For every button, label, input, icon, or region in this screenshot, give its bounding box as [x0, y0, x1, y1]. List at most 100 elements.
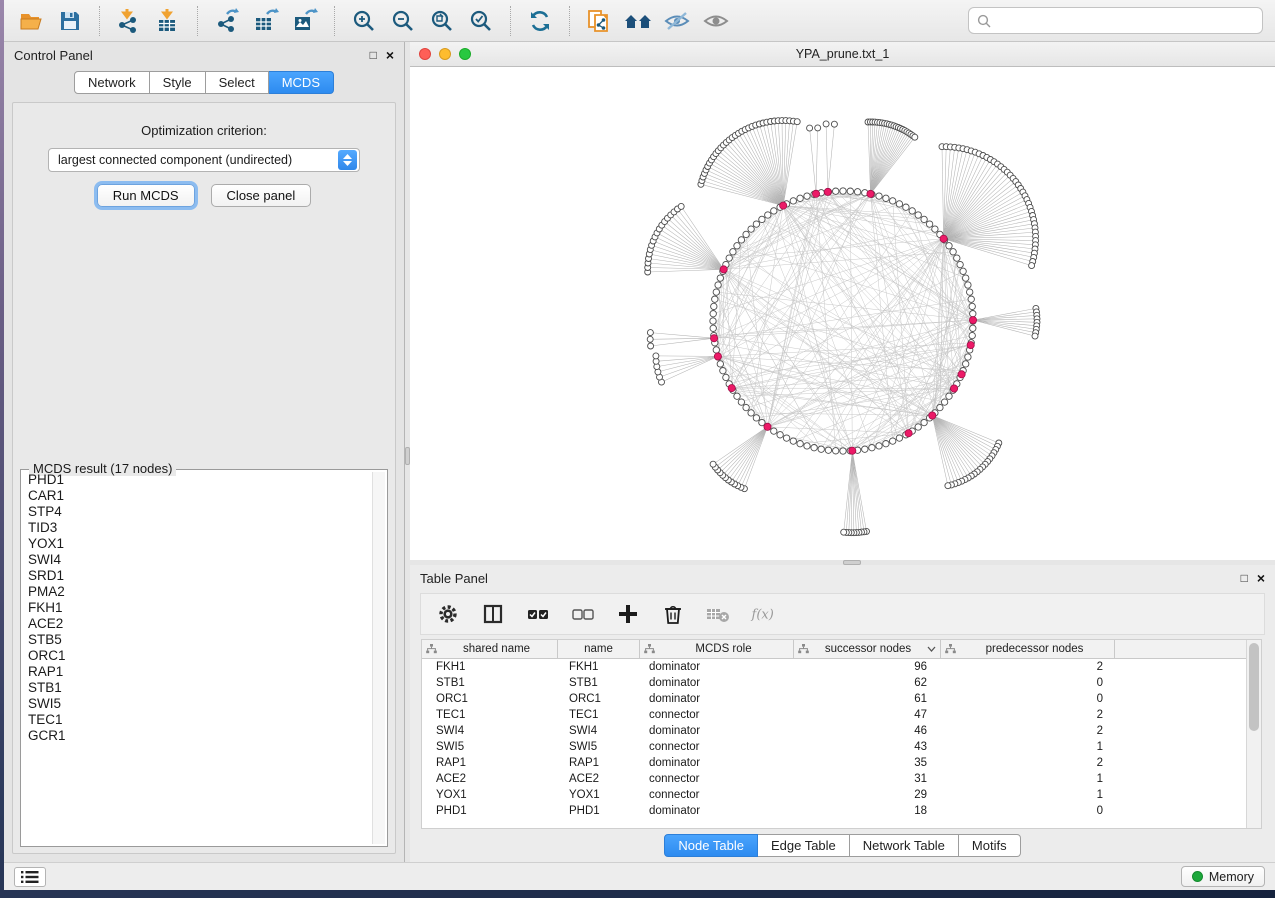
zoom-fit-icon[interactable] — [427, 6, 457, 36]
table-cell[interactable]: SWI5 — [558, 739, 640, 755]
optimization-criterion-select[interactable]: largest connected component (undirected) — [48, 148, 360, 172]
vertical-splitter[interactable] — [405, 42, 410, 862]
table-cell[interactable]: dominator — [640, 659, 794, 675]
mcds-result-item[interactable]: SWI4 — [23, 552, 371, 568]
mcds-result-item[interactable]: CAR1 — [23, 488, 371, 504]
table-cell[interactable]: YOX1 — [422, 787, 558, 803]
close-panel-button[interactable]: Close panel — [211, 184, 312, 207]
table-cell[interactable]: STB1 — [558, 675, 640, 691]
table-cell[interactable]: RAP1 — [422, 755, 558, 771]
table-cell[interactable]: ORC1 — [422, 691, 558, 707]
float-panel-icon[interactable]: □ — [370, 49, 377, 61]
table-cell[interactable]: 2 — [941, 755, 1115, 771]
table-cell[interactable]: 47 — [794, 707, 941, 723]
save-session-icon[interactable] — [55, 6, 85, 36]
table-cell[interactable]: SWI4 — [422, 723, 558, 739]
memory-button[interactable]: Memory — [1181, 866, 1265, 887]
mcds-result-item[interactable]: SRD1 — [23, 568, 371, 584]
table-cell[interactable]: 0 — [941, 691, 1115, 707]
export-image-icon[interactable] — [290, 6, 320, 36]
table-cell[interactable]: TEC1 — [422, 707, 558, 723]
table-cell[interactable]: dominator — [640, 723, 794, 739]
function-builder-icon[interactable]: f(x) — [750, 601, 776, 627]
table-row[interactable]: PHD1PHD1dominator180 — [422, 803, 1261, 819]
table-row[interactable]: ACE2ACE2connector311 — [422, 771, 1261, 787]
delete-column-icon[interactable] — [660, 601, 686, 627]
tab-network[interactable]: Network — [74, 71, 150, 94]
table-cell[interactable]: 0 — [941, 803, 1115, 819]
tab-select[interactable]: Select — [206, 71, 269, 94]
search-input[interactable] — [997, 14, 1254, 28]
deselect-all-icon[interactable] — [570, 601, 596, 627]
select-all-icon[interactable] — [525, 601, 551, 627]
splitter-grip[interactable] — [405, 447, 410, 465]
table-row[interactable]: FKH1FKH1dominator962 — [422, 659, 1261, 675]
zoom-in-icon[interactable] — [349, 6, 379, 36]
table-cell[interactable]: SWI4 — [558, 723, 640, 739]
table-cell[interactable]: PHD1 — [422, 803, 558, 819]
table-cell[interactable]: RAP1 — [558, 755, 640, 771]
table-cell[interactable]: ACE2 — [422, 771, 558, 787]
add-column-icon[interactable] — [615, 601, 641, 627]
table-row[interactable]: YOX1YOX1connector291 — [422, 787, 1261, 803]
table-cell[interactable]: ORC1 — [558, 691, 640, 707]
close-panel-icon[interactable]: × — [1257, 571, 1265, 585]
table-cell[interactable]: connector — [640, 739, 794, 755]
mcds-result-item[interactable]: STP4 — [23, 504, 371, 520]
column-header-shared-name[interactable]: shared name — [422, 640, 558, 658]
table-scrollbar[interactable] — [1246, 640, 1261, 828]
table-cell[interactable]: 1 — [941, 787, 1115, 803]
table-row[interactable]: TEC1TEC1connector472 — [422, 707, 1261, 723]
delete-table-icon[interactable] — [705, 601, 731, 627]
task-history-button[interactable] — [14, 867, 46, 887]
table-cell[interactable]: 96 — [794, 659, 941, 675]
table-cell[interactable]: ACE2 — [558, 771, 640, 787]
table-cell[interactable]: dominator — [640, 691, 794, 707]
splitter-grip[interactable] — [843, 560, 861, 565]
network-canvas-svg[interactable] — [410, 67, 1275, 560]
table-cell[interactable]: 1 — [941, 739, 1115, 755]
mcds-result-item[interactable]: FKH1 — [23, 600, 371, 616]
table-cell[interactable]: 61 — [794, 691, 941, 707]
table-row[interactable]: ORC1ORC1dominator610 — [422, 691, 1261, 707]
mcds-result-item[interactable]: STB1 — [23, 680, 371, 696]
search-box[interactable] — [968, 7, 1263, 34]
table-cell[interactable]: 43 — [794, 739, 941, 755]
column-layout-icon[interactable] — [480, 601, 506, 627]
table-cell[interactable]: 2 — [941, 723, 1115, 739]
table-cell[interactable]: 1 — [941, 771, 1115, 787]
table-row[interactable]: STB1STB1dominator620 — [422, 675, 1261, 691]
table-cell[interactable]: FKH1 — [558, 659, 640, 675]
table-cell[interactable]: dominator — [640, 755, 794, 771]
float-panel-icon[interactable]: □ — [1241, 572, 1248, 584]
tab-node-table[interactable]: Node Table — [664, 834, 758, 857]
table-cell[interactable]: 0 — [941, 675, 1115, 691]
import-network-icon[interactable] — [114, 6, 144, 36]
table-cell[interactable]: 46 — [794, 723, 941, 739]
mcds-result-item[interactable]: SWI5 — [23, 696, 371, 712]
table-cell[interactable]: dominator — [640, 675, 794, 691]
table-cell[interactable]: PHD1 — [558, 803, 640, 819]
table-row[interactable]: SWI4SWI4dominator462 — [422, 723, 1261, 739]
table-cell[interactable]: connector — [640, 787, 794, 803]
table-cell[interactable]: 2 — [941, 707, 1115, 723]
column-header-name[interactable]: name — [558, 640, 640, 658]
table-scrollbar-thumb[interactable] — [1249, 643, 1259, 731]
mcds-result-item[interactable]: YOX1 — [23, 536, 371, 552]
table-cell[interactable]: YOX1 — [558, 787, 640, 803]
table-cell[interactable]: FKH1 — [422, 659, 558, 675]
table-cell[interactable]: STB1 — [422, 675, 558, 691]
mcds-result-item[interactable]: RAP1 — [23, 664, 371, 680]
mcds-result-item[interactable]: PHD1 — [23, 472, 371, 488]
table-cell[interactable]: 18 — [794, 803, 941, 819]
table-cell[interactable]: connector — [640, 771, 794, 787]
tab-style[interactable]: Style — [150, 71, 206, 94]
export-network-icon[interactable] — [212, 6, 242, 36]
settings-gear-icon[interactable] — [435, 601, 461, 627]
run-mcds-button[interactable]: Run MCDS — [97, 184, 195, 207]
open-session-icon[interactable] — [16, 6, 46, 36]
table-cell[interactable]: 62 — [794, 675, 941, 691]
tab-network-table[interactable]: Network Table — [850, 834, 959, 857]
tab-mcds[interactable]: MCDS — [269, 71, 334, 94]
mcds-result-item[interactable]: TEC1 — [23, 712, 371, 728]
